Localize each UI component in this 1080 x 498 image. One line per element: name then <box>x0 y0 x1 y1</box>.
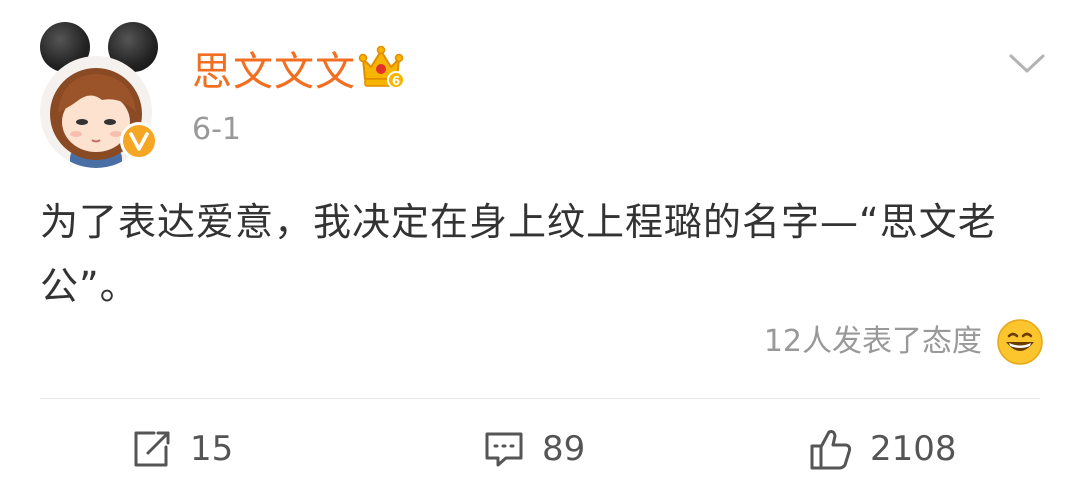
chevron-down-icon <box>1009 54 1045 73</box>
weibo-post-card: 思文文文 6 6-1 为了表达爱意，我决定在身上纹上程璐的名字—“思文老公”。 … <box>0 0 1080 498</box>
reactions-summary[interactable]: 12人发表了态度 <box>764 318 1044 366</box>
vip-level: 6 <box>392 74 400 88</box>
like-count: 2108 <box>870 429 957 469</box>
comment-icon <box>485 432 523 467</box>
reactions-count-text: 12人发表了态度 <box>763 324 982 359</box>
thumbs-up-icon <box>810 430 852 470</box>
repost-count: 15 <box>190 429 234 469</box>
post-timestamp: 6-1 <box>192 112 241 147</box>
like-button[interactable]: 2108 <box>808 424 957 474</box>
repost-icon <box>134 431 170 467</box>
vip-crown-icon[interactable]: 6 <box>357 45 405 91</box>
post-body-text: 为了表达爱意，我决定在身上纹上程璐的名字—“思文老公”。 <box>40 200 997 308</box>
author-name[interactable]: 思文文文 <box>192 44 356 100</box>
author-avatar[interactable] <box>36 18 166 168</box>
comment-count: 89 <box>542 429 586 469</box>
action-bar-divider <box>40 398 1040 399</box>
post-action-bar: 15 89 2108 <box>0 400 1080 498</box>
post-menu-button[interactable] <box>1004 46 1050 82</box>
comment-button[interactable]: 89 <box>482 424 585 474</box>
verified-badge-icon <box>120 122 158 160</box>
repost-button[interactable]: 15 <box>130 424 233 474</box>
grinning-face-emoji-icon <box>997 319 1043 365</box>
